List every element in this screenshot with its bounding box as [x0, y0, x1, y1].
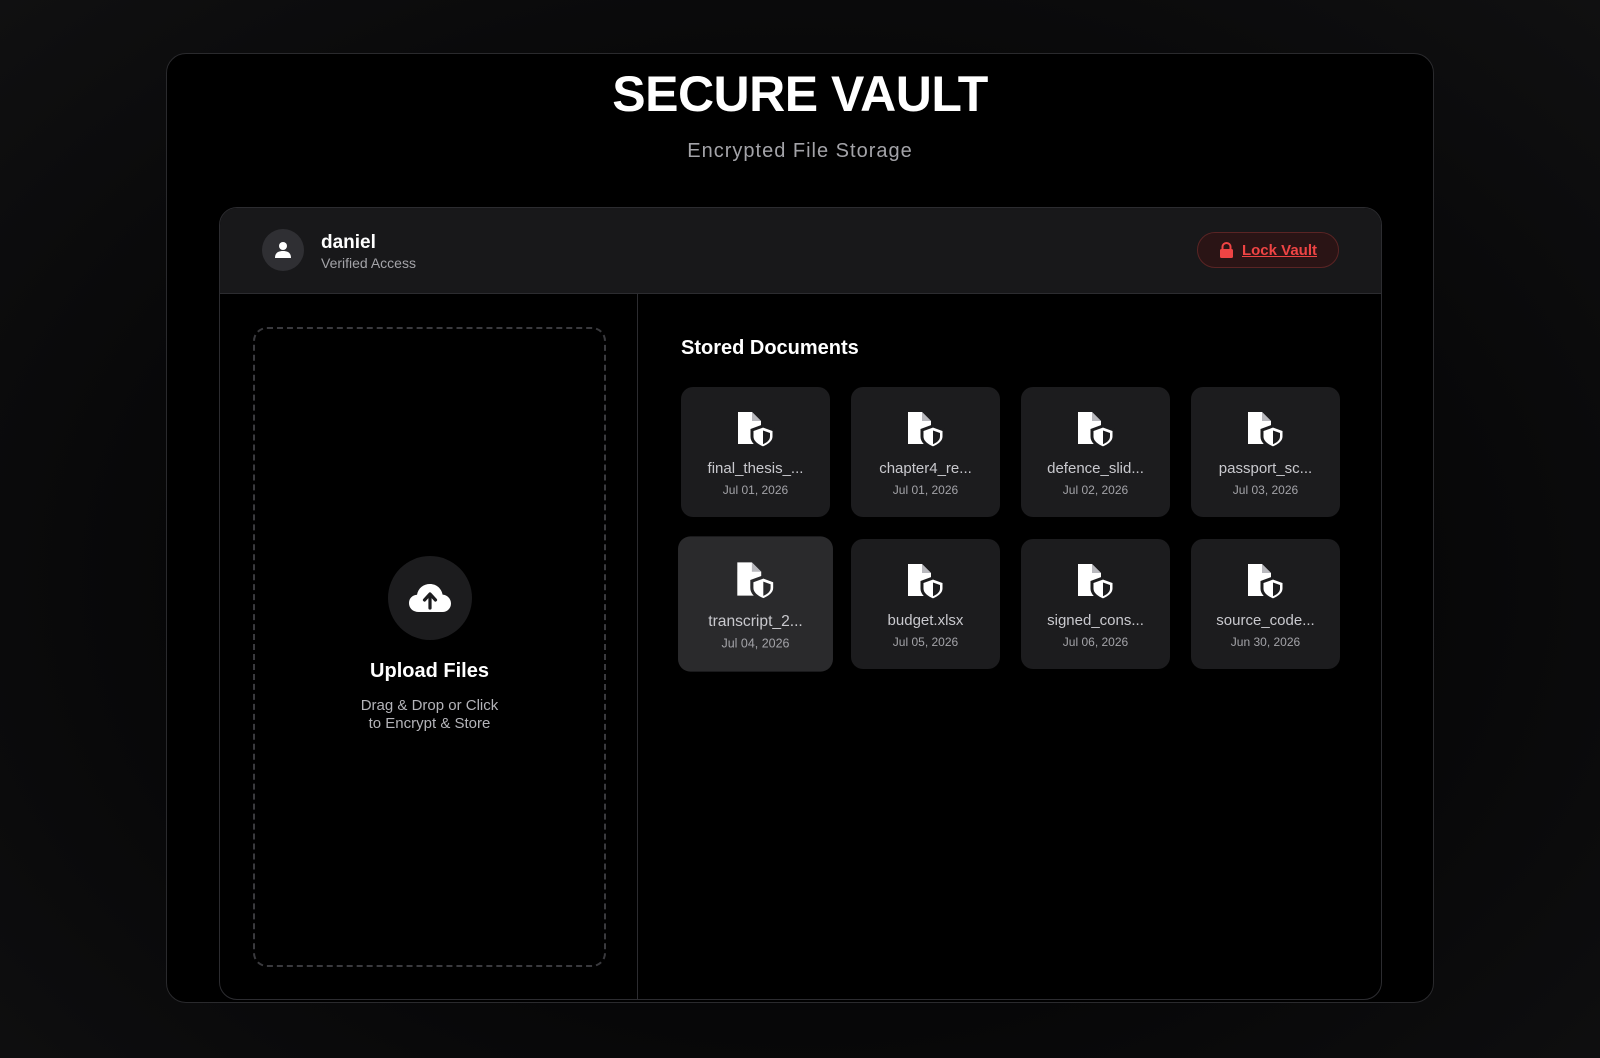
secure-file-icon	[1078, 412, 1116, 449]
document-card[interactable]: transcript_2... Jul 04, 2026	[678, 536, 833, 672]
lock-vault-label: Lock Vault	[1241, 241, 1318, 259]
vault-container: SECURE VAULT Encrypted File Storage dani…	[166, 53, 1434, 1003]
document-date: Jul 06, 2026	[1062, 635, 1129, 649]
document-card[interactable]: source_code... Jun 30, 2026	[1191, 539, 1340, 669]
secure-file-icon	[737, 562, 777, 601]
user-status: Verified Access	[321, 255, 416, 271]
user-bar: daniel Verified Access Lock Vault	[220, 208, 1381, 294]
secure-file-icon	[1078, 564, 1116, 601]
document-card[interactable]: final_thesis_... Jul 01, 2026	[681, 387, 830, 517]
upload-icon-circle	[388, 556, 472, 640]
document-card[interactable]: signed_cons... Jul 06, 2026	[1021, 539, 1170, 669]
upload-pane: Upload Files Drag & Drop or Click to Enc…	[220, 294, 638, 999]
upload-hint-line-2: to Encrypt & Store	[368, 715, 491, 732]
document-name: chapter4_re...	[879, 460, 972, 477]
secure-file-icon	[738, 412, 776, 449]
upload-dropzone[interactable]: Upload Files Drag & Drop or Click to Enc…	[253, 327, 606, 967]
document-date: Jul 01, 2026	[722, 483, 789, 497]
document-name: passport_sc...	[1218, 460, 1313, 477]
documents-title: Stored Documents	[681, 337, 859, 359]
document-date: Jul 01, 2026	[892, 483, 959, 497]
document-date: Jul 03, 2026	[1232, 483, 1299, 497]
document-card[interactable]: budget.xlsx Jul 05, 2026	[851, 539, 1000, 669]
document-date: Jul 02, 2026	[1062, 483, 1129, 497]
user-name: daniel	[321, 232, 376, 253]
secure-file-icon	[908, 564, 946, 601]
vault-panel: daniel Verified Access Lock Vault Upload…	[219, 207, 1382, 1000]
document-date: Jul 05, 2026	[892, 635, 959, 649]
document-name: transcript_2...	[708, 612, 803, 630]
app-subtitle: Encrypted File Storage	[687, 140, 913, 162]
lock-vault-button[interactable]: Lock Vault	[1197, 232, 1339, 268]
documents-pane: Stored Documents final_thesis_... Jul 01…	[638, 294, 1381, 999]
secure-file-icon	[1248, 412, 1286, 449]
secure-file-icon	[908, 412, 946, 449]
document-name: final_thesis_...	[707, 460, 804, 477]
document-card[interactable]: chapter4_re... Jul 01, 2026	[851, 387, 1000, 517]
document-card[interactable]: passport_sc... Jul 03, 2026	[1191, 387, 1340, 517]
upload-title: Upload Files	[370, 660, 489, 682]
document-name: signed_cons...	[1047, 612, 1144, 629]
cloud-upload-icon	[409, 584, 451, 612]
document-date: Jun 30, 2026	[1230, 635, 1301, 649]
document-name: source_code...	[1216, 612, 1315, 629]
upload-hint-line-1: Drag & Drop or Click	[360, 697, 499, 714]
secure-file-icon	[1248, 564, 1286, 601]
document-name: budget.xlsx	[887, 612, 964, 629]
app-title: SECURE VAULT	[612, 66, 988, 122]
lock-icon	[1219, 242, 1233, 258]
avatar	[262, 229, 304, 271]
upload-hint: Drag & Drop or Click to Encrypt & Store	[255, 697, 604, 733]
user-icon	[275, 242, 291, 258]
document-name: defence_slid...	[1047, 460, 1144, 477]
document-card[interactable]: defence_slid... Jul 02, 2026	[1021, 387, 1170, 517]
document-date: Jul 04, 2026	[721, 636, 790, 651]
